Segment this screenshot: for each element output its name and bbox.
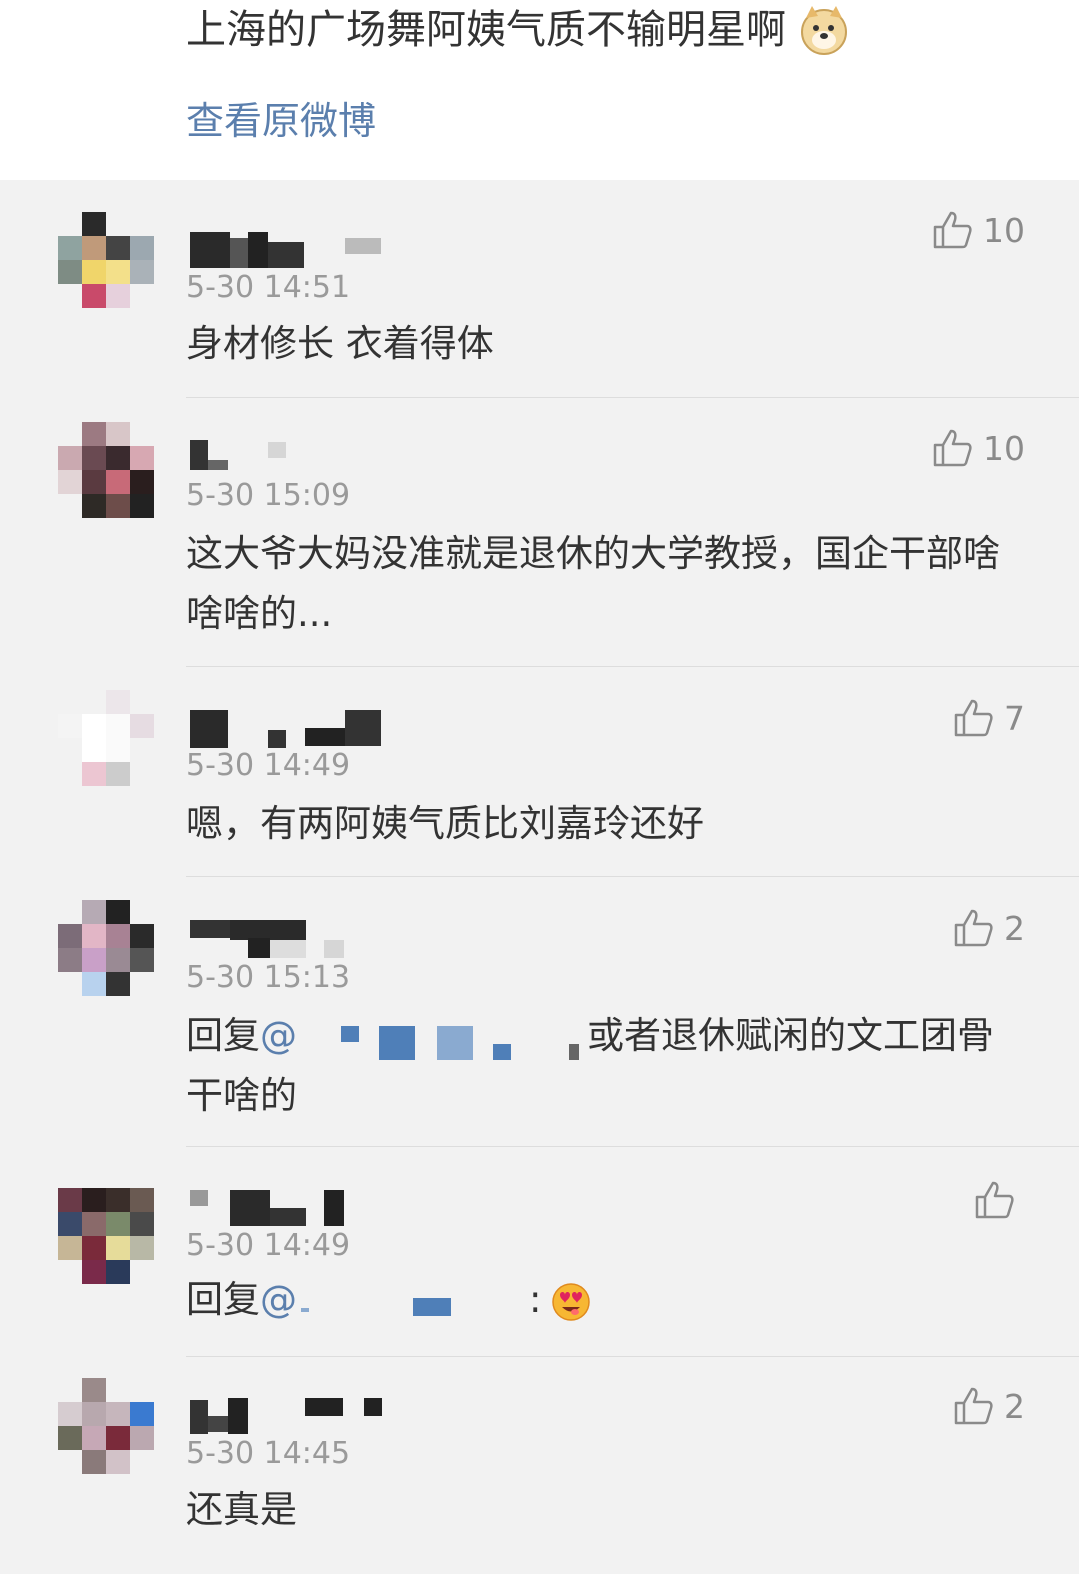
thumbs-up-icon	[954, 909, 993, 947]
reply-prefix: 回复	[186, 1014, 260, 1057]
thumbs-up-icon	[954, 699, 993, 737]
like-button[interactable]	[973, 1178, 1025, 1222]
doge-emoji-icon	[798, 4, 850, 56]
comment-timestamp: 5-30 15:09	[186, 478, 351, 513]
username-redacted[interactable]	[190, 708, 390, 748]
username-redacted[interactable]	[190, 228, 390, 268]
comment-item: 5-30 14:49 回复 @ :	[0, 1148, 1079, 1358]
avatar[interactable]	[58, 1188, 154, 1284]
reply-mention[interactable]: @	[260, 1270, 297, 1330]
like-count: 10	[983, 428, 1025, 468]
comment-text: 回复@ 或者退休赋闲的文工团骨干啥的	[186, 1006, 1003, 1126]
comment-timestamp: 5-30 14:49	[186, 1228, 351, 1263]
comment-text: 还真是	[186, 1488, 297, 1531]
post-text-label: 上海的广场舞阿姨气质不输明星啊	[186, 7, 786, 53]
like-count: 2	[1004, 1386, 1025, 1426]
comment-item: 5-30 14:49 嗯，有两阿姨气质比刘嘉玲还好 7	[0, 668, 1079, 878]
like-button[interactable]: 7	[952, 696, 1025, 740]
reply-suffix: :	[529, 1278, 542, 1321]
username-redacted[interactable]	[190, 1394, 390, 1434]
reply-mention[interactable]: @	[260, 1014, 297, 1057]
comment-text: 这大爷大妈没准就是退休的大学教授，国企干部啥啥啥的...	[186, 532, 1000, 635]
view-original-link[interactable]: 查看原微博	[186, 96, 376, 146]
like-count: 7	[1004, 698, 1025, 738]
username-redacted[interactable]	[190, 436, 310, 476]
divider	[186, 1146, 1079, 1147]
avatar[interactable]	[58, 1378, 154, 1474]
comment-timestamp: 5-30 14:49	[186, 748, 351, 783]
comment-timestamp: 5-30 14:51	[186, 270, 351, 305]
thumbs-up-icon	[933, 211, 972, 249]
comment-item: 5-30 15:09 这大爷大妈没准就是退休的大学教授，国企干部啥啥啥的... …	[0, 398, 1079, 668]
like-count: 10	[983, 210, 1025, 250]
like-count: 2	[1004, 908, 1025, 948]
comment-item: 5-30 14:51 身材修长 衣着得体 10	[0, 180, 1079, 398]
thumbs-up-icon	[954, 1387, 993, 1425]
username-redacted[interactable]	[190, 1188, 350, 1228]
thumbs-up-icon	[933, 429, 972, 467]
heart-eyes-emoji-icon	[551, 1280, 591, 1321]
redacted-username-blur	[297, 1018, 587, 1060]
avatar[interactable]	[58, 900, 154, 996]
divider	[186, 1356, 1079, 1357]
comment-item: 5-30 15:13 回复@ 或者退休赋闲的文工团骨干啥的 2	[0, 878, 1079, 1148]
username-redacted[interactable]	[190, 918, 350, 958]
like-button[interactable]: 10	[931, 426, 1025, 470]
avatar[interactable]	[58, 690, 154, 786]
divider	[186, 876, 1079, 877]
comment-text: 身材修长 衣着得体	[186, 322, 494, 365]
thumbs-up-icon	[975, 1181, 1014, 1219]
reply-prefix: 回复	[186, 1278, 260, 1321]
comment-text: 回复 @ :	[186, 1270, 1003, 1330]
comment-timestamp: 5-30 15:13	[186, 960, 351, 995]
post-text: 上海的广场舞阿姨气质不输明星啊	[186, 2, 850, 58]
comment-timestamp: 5-30 14:45	[186, 1436, 351, 1471]
redacted-username-blur	[297, 1280, 529, 1320]
like-button[interactable]: 2	[952, 1384, 1025, 1428]
avatar[interactable]	[58, 422, 154, 518]
divider	[186, 666, 1079, 667]
like-button[interactable]: 10	[931, 208, 1025, 252]
post-header: 上海的广场舞阿姨气质不输明星啊 查看原微博	[0, 0, 1079, 180]
like-button[interactable]: 2	[952, 906, 1025, 950]
avatar[interactable]	[58, 212, 154, 308]
comment-text: 嗯，有两阿姨气质比刘嘉玲还好	[186, 802, 704, 845]
comment-item: 5-30 14:45 还真是 2	[0, 1358, 1079, 1574]
